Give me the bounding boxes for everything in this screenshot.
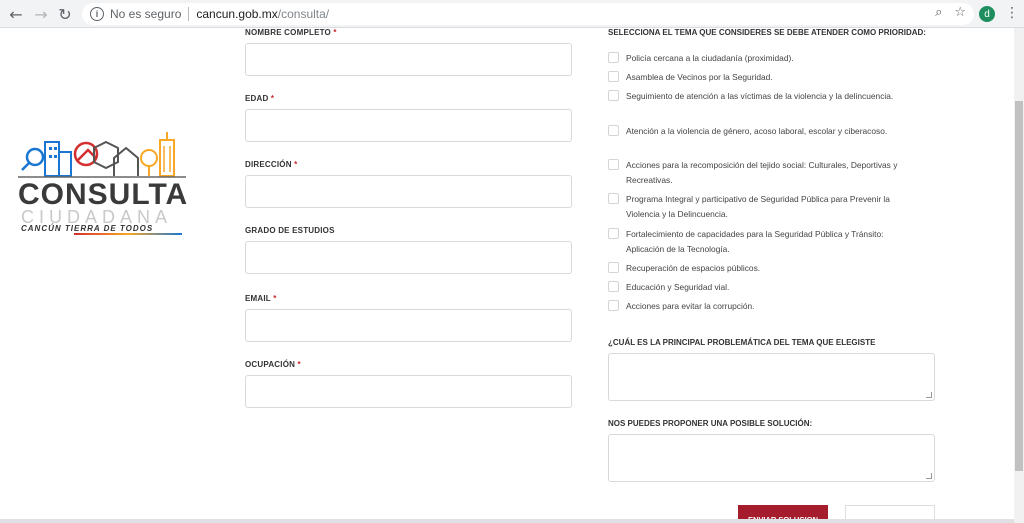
priority-option[interactable]: Acciones para la recomposición del tejid… (608, 158, 898, 188)
priority-option[interactable]: Atención a la violencia de género, acoso… (608, 124, 898, 139)
consulta-logo: CONSULTA CIUDADANA CANCÚN TIERRA DE TODO… (18, 128, 188, 238)
direccion-input[interactable] (245, 175, 572, 208)
priority-option[interactable]: Educación y Seguridad vial. (608, 280, 898, 295)
grado-estudios-input[interactable] (245, 241, 572, 274)
label-ocupacion: OCUPACIÓN * (245, 360, 301, 369)
solution-textarea[interactable] (608, 434, 935, 482)
reload-icon[interactable]: ↻ (55, 4, 75, 24)
logo-tagline: CANCÚN TIERRA DE TODOS (21, 224, 154, 233)
label-email: EMAIL * (245, 294, 277, 303)
checkbox[interactable] (608, 300, 619, 311)
priority-option[interactable]: Programa Integral y participativo de Seg… (608, 192, 898, 222)
checkbox[interactable] (608, 262, 619, 273)
checkbox[interactable] (608, 281, 619, 292)
bottom-edge (0, 519, 1014, 523)
priority-option[interactable]: Acciones para evitar la corrupción. (608, 299, 898, 314)
info-icon[interactable]: i (90, 7, 104, 21)
city-skyline-icon (18, 132, 186, 178)
checkbox[interactable] (608, 193, 619, 204)
url-host: cancun.gob.mx (196, 7, 278, 21)
problem-textarea[interactable] (608, 353, 935, 401)
email-input[interactable] (245, 309, 572, 342)
priority-option[interactable]: Seguimiento de atención a las víctimas d… (608, 89, 898, 104)
menu-icon[interactable]: ⋮ (1005, 5, 1019, 21)
zoom-icon[interactable]: ⌕ (935, 5, 942, 20)
edad-input[interactable] (245, 109, 572, 142)
divider (188, 7, 190, 21)
checkbox[interactable] (608, 125, 619, 136)
label-direccion: DIRECCIÓN * (245, 160, 298, 169)
resize-handle-icon[interactable] (926, 392, 932, 398)
profile-avatar[interactable]: d (979, 6, 995, 22)
back-icon[interactable]: ← (6, 4, 26, 24)
label-edad: EDAD * (245, 94, 275, 103)
priority-option[interactable]: Recuperación de espacios públicos. (608, 261, 898, 276)
browser-toolbar: ← → ↻ i No es seguro cancun.gob.mx/consu… (0, 0, 1024, 28)
problem-question: ¿CUÁL ES LA PRINCIPAL PROBLEMÁTICA DEL T… (608, 338, 876, 347)
url-path: /consulta/ (277, 7, 330, 21)
label-nombre: NOMBRE COMPLETO * (245, 28, 337, 37)
priority-option[interactable]: Asamblea de Vecinos por la Seguridad. (608, 70, 898, 85)
checkbox[interactable] (608, 71, 619, 82)
checkbox[interactable] (608, 52, 619, 63)
solution-question: NOS PUEDES PROPONER UNA POSIBLE SOLUCIÓN… (608, 419, 813, 428)
logo-underline (74, 233, 182, 235)
security-status: No es seguro (110, 7, 182, 21)
address-bar[interactable]: i No es seguro cancun.gob.mx/consulta/ ⌕… (82, 3, 974, 25)
nombre-input[interactable] (245, 43, 572, 76)
forward-icon[interactable]: → (31, 4, 51, 24)
checkbox[interactable] (608, 159, 619, 170)
label-grado-estudios: GRADO DE ESTUDIOS (245, 226, 335, 235)
ocupacion-input[interactable] (245, 375, 572, 408)
scrollbar-thumb[interactable] (1015, 101, 1023, 471)
priority-option[interactable]: Policía cercana a la ciudadanía (proximi… (608, 51, 898, 66)
star-icon[interactable]: ☆ (954, 5, 966, 20)
checkbox[interactable] (608, 90, 619, 101)
checkbox[interactable] (608, 228, 619, 239)
resize-handle-icon[interactable] (926, 473, 932, 479)
page-scrollbar[interactable] (1014, 28, 1024, 523)
priority-option[interactable]: Fortalecimiento de capacidades para la S… (608, 227, 898, 257)
priority-question: SELECCIONA EL TEMA QUE CONSIDERES SE DEB… (608, 28, 926, 37)
